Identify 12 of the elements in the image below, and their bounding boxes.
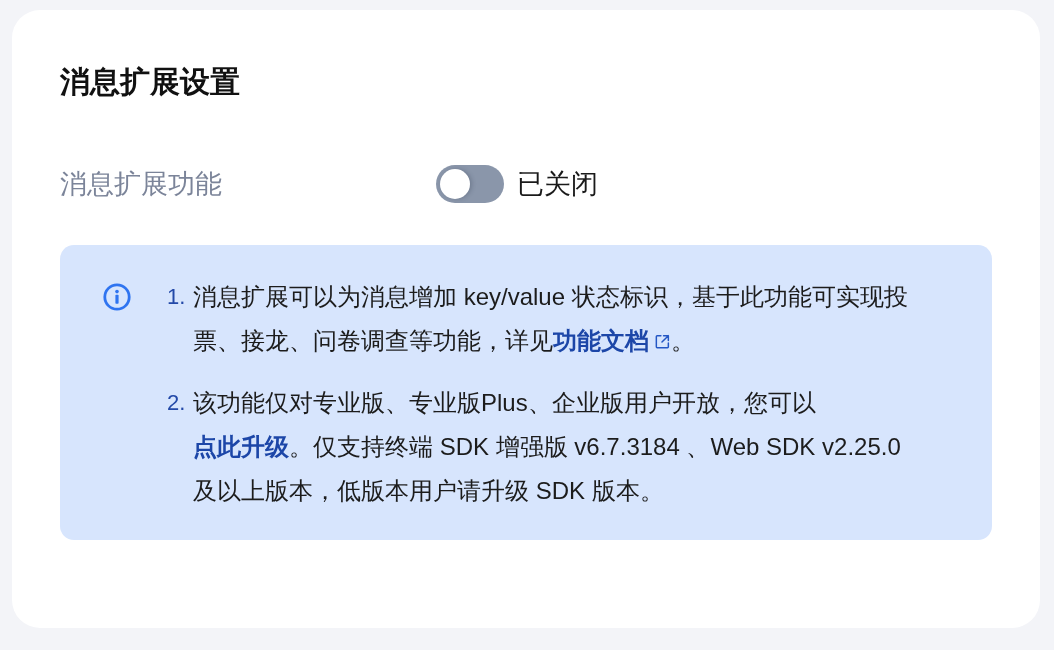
list-number: 2.: [167, 389, 187, 417]
external-link-icon: [654, 333, 671, 350]
notice-text: 消息扩展可以为消息增加 key/value 状态标识，基于此功能可实现投票、接龙、问卷调查等功能，详见功能文档 。: [193, 282, 909, 356]
section-title: 消息扩展设置: [60, 64, 240, 100]
inline-link[interactable]: 点此升级: [193, 433, 289, 460]
info-icon: [103, 283, 131, 311]
inline-link[interactable]: 功能文档: [553, 327, 671, 354]
setting-label: 消息扩展功能: [60, 168, 222, 201]
toggle-switch[interactable]: [436, 165, 504, 203]
notice-text: 该功能仅对专业版、专业版Plus、企业版用户开放，您可以 点此升级。仅支持终端 SDK 增强版 v6.7.3184 、Web SDK v2.25.0及以上版本，低版本用户请升级 SDK 版本。: [193, 388, 902, 506]
status-label: 已关闭: [517, 168, 598, 201]
list-number: 1.: [167, 283, 187, 311]
